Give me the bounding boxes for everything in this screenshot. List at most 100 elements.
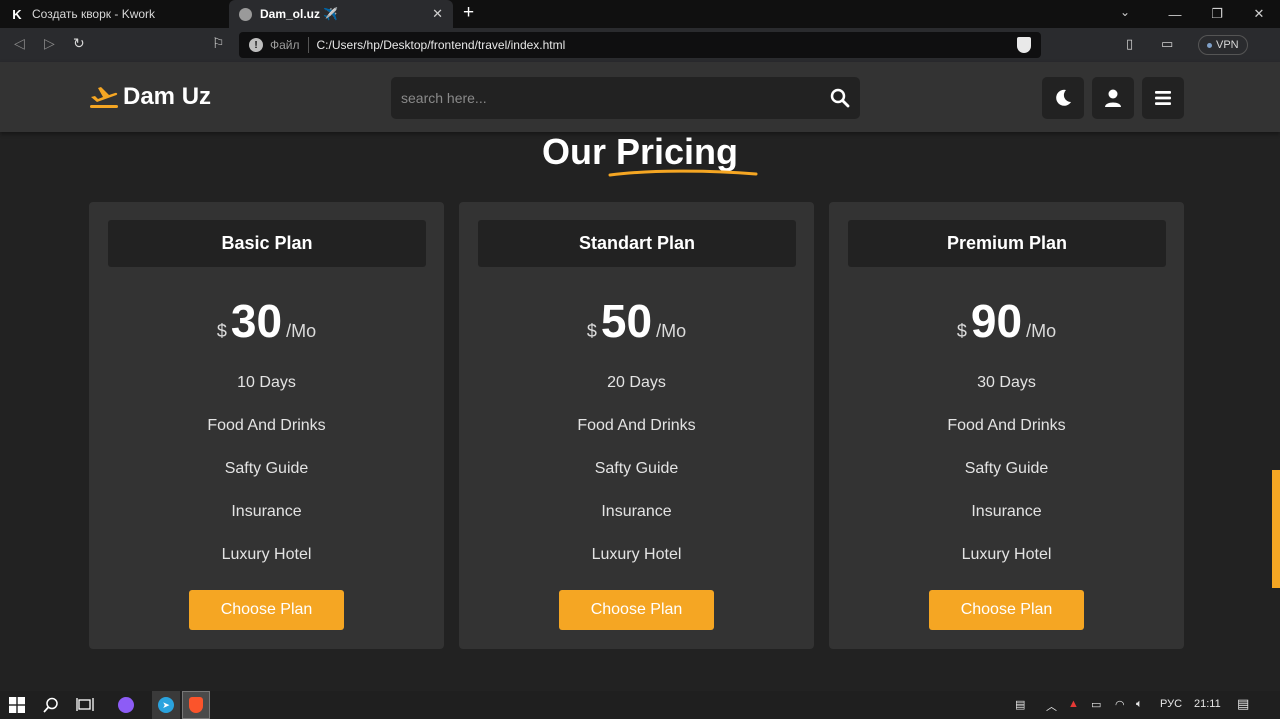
minimize-button[interactable]: — xyxy=(1154,0,1196,28)
plan-title: Premium Plan xyxy=(848,220,1166,267)
url-text[interactable]: C:/Users/hp/Desktop/frontend/travel/inde… xyxy=(317,38,1017,52)
address-bar[interactable]: ! Файл C:/Users/hp/Desktop/frontend/trav… xyxy=(239,32,1041,58)
feature-item: Insurance xyxy=(231,503,302,520)
sidebar-toggle-icon[interactable]: ▯ xyxy=(1126,36,1133,52)
forward-button[interactable]: ▷ xyxy=(44,35,55,52)
menu-button[interactable] xyxy=(1142,77,1184,119)
chevron-down-icon[interactable]: ⌄ xyxy=(1120,5,1130,19)
plan-price: $ 50 /Mo xyxy=(459,294,814,348)
warning-icon[interactable]: ▲ xyxy=(1068,698,1079,710)
heading-accent: Pricing xyxy=(608,131,758,177)
theme-toggle-button[interactable] xyxy=(1042,77,1084,119)
plan-price: $ 30 /Mo xyxy=(89,294,444,348)
vpn-label: VPN xyxy=(1216,39,1239,51)
search-icon[interactable] xyxy=(36,691,66,719)
wifi-icon[interactable]: ◠ xyxy=(1115,698,1125,711)
divider xyxy=(307,37,309,53)
feature-item: 10 Days xyxy=(237,374,296,391)
brand-logo[interactable]: Dam Uz xyxy=(89,83,211,111)
user-icon xyxy=(1105,89,1121,107)
choose-plan-button[interactable]: Choose Plan xyxy=(929,590,1084,630)
taskbar: ➤ ▤ ︿ ▲ ▭ ◠ 🔈︎ РУС 21:11 ▤ xyxy=(0,691,1280,719)
price-period: /Mo xyxy=(286,321,317,341)
brave-browser-app-icon[interactable] xyxy=(182,691,210,719)
price-currency: $ xyxy=(586,321,597,341)
chevron-up-icon[interactable]: ︿ xyxy=(1046,698,1057,714)
site-header: Dam Uz xyxy=(0,62,1280,132)
feature-item: Food And Drinks xyxy=(947,417,1066,434)
url-scheme: Файл xyxy=(270,38,300,52)
news-widget-icon[interactable]: ▤ xyxy=(1015,698,1025,711)
feature-item: Insurance xyxy=(971,503,1042,520)
alice-assistant-icon[interactable] xyxy=(112,691,140,719)
kwork-k-icon: K xyxy=(12,6,22,22)
heading-part-1: Our xyxy=(541,131,606,172)
choose-plan-button[interactable]: Choose Plan xyxy=(559,590,714,630)
price-amount: 30 xyxy=(230,295,283,347)
restore-button[interactable]: ❐ xyxy=(1196,0,1238,28)
vpn-button[interactable]: VPN xyxy=(1198,35,1248,55)
scrollbar-thumb[interactable] xyxy=(1272,470,1280,588)
search-box xyxy=(391,77,860,119)
feature-item: Luxury Hotel xyxy=(221,546,312,563)
close-window-button[interactable]: ✕ xyxy=(1238,0,1280,28)
feature-item: Luxury Hotel xyxy=(591,546,682,563)
brave-shield-icon[interactable] xyxy=(1017,37,1031,53)
volume-icon[interactable]: 🔈︎ xyxy=(1136,698,1143,711)
browser-tab-damol[interactable]: Dam_ol.uz ✈️ ✕ xyxy=(229,0,453,28)
price-period: /Mo xyxy=(656,321,687,341)
feature-item: Safty Guide xyxy=(594,460,679,477)
airplane-icon xyxy=(90,87,118,108)
pricing-card-premium: Premium Plan $ 90 /Mo 30 Days Food And D… xyxy=(829,202,1184,649)
close-tab-icon[interactable]: ✕ xyxy=(432,6,443,22)
underline-swoosh xyxy=(608,169,758,177)
globe-icon xyxy=(239,7,252,21)
tab-title: Создать кворк - Kwork xyxy=(32,7,156,21)
tab-title: Dam_ol.uz ✈️ xyxy=(260,7,339,21)
search-input[interactable] xyxy=(391,90,820,106)
section-heading: Our Pricing xyxy=(0,131,1280,177)
clock[interactable]: 21:11 xyxy=(1194,698,1221,710)
price-period: /Mo xyxy=(1026,321,1057,341)
browser-tab-strip: K Создать кворк - Kwork Dam_ol.uz ✈️ ✕ +… xyxy=(0,0,1280,28)
brand-name: Dam Uz xyxy=(123,83,212,110)
plan-price: $ 90 /Mo xyxy=(829,294,1184,348)
vpn-status-dot xyxy=(1207,42,1212,48)
feature-item: Food And Drinks xyxy=(577,417,696,434)
notification-icon[interactable]: ▤ xyxy=(1237,696,1249,712)
wallet-icon[interactable]: ▭ xyxy=(1161,36,1173,52)
price-amount: 90 xyxy=(970,295,1023,347)
menu-icon xyxy=(1155,91,1171,105)
choose-plan-button[interactable]: Choose Plan xyxy=(189,590,344,630)
feature-list: 20 Days Food And Drinks Safty Guide Insu… xyxy=(459,372,814,587)
feature-item: 20 Days xyxy=(607,374,666,391)
language-indicator[interactable]: РУС xyxy=(1160,698,1182,710)
telegram-app-icon[interactable]: ➤ xyxy=(152,691,180,719)
bookmark-icon[interactable]: ⚐ xyxy=(212,35,225,52)
price-amount: 50 xyxy=(600,295,653,347)
price-currency: $ xyxy=(216,321,227,341)
task-view-icon[interactable] xyxy=(70,691,100,719)
back-button[interactable]: ◁ xyxy=(14,35,25,52)
browser-toolbar: ◁ ▷ ↻ ⚐ ! Файл C:/Users/hp/Desktop/front… xyxy=(0,28,1280,62)
feature-list: 10 Days Food And Drinks Safty Guide Insu… xyxy=(89,372,444,587)
new-tab-button[interactable]: + xyxy=(463,3,474,23)
info-icon[interactable]: ! xyxy=(249,38,263,52)
feature-item: 30 Days xyxy=(977,374,1036,391)
feature-item: Food And Drinks xyxy=(207,417,326,434)
user-button[interactable] xyxy=(1092,77,1134,119)
browser-tab-kwork[interactable]: K Создать кворк - Kwork xyxy=(0,0,228,28)
windows-start-icon[interactable] xyxy=(2,691,32,719)
feature-item: Safty Guide xyxy=(224,460,309,477)
price-currency: $ xyxy=(956,321,967,341)
moon-icon xyxy=(1056,89,1071,106)
plan-title: Basic Plan xyxy=(108,220,426,267)
feature-item: Luxury Hotel xyxy=(961,546,1052,563)
plan-title: Standart Plan xyxy=(478,220,796,267)
pricing-card-basic: Basic Plan $ 30 /Mo 10 Days Food And Dri… xyxy=(89,202,444,649)
search-icon[interactable] xyxy=(820,88,860,108)
window-controls: — ❐ ✕ xyxy=(1154,0,1280,28)
battery-icon[interactable]: ▭ xyxy=(1091,698,1101,711)
heading-part-2: Pricing xyxy=(615,131,739,172)
reload-button[interactable]: ↻ xyxy=(73,35,85,52)
